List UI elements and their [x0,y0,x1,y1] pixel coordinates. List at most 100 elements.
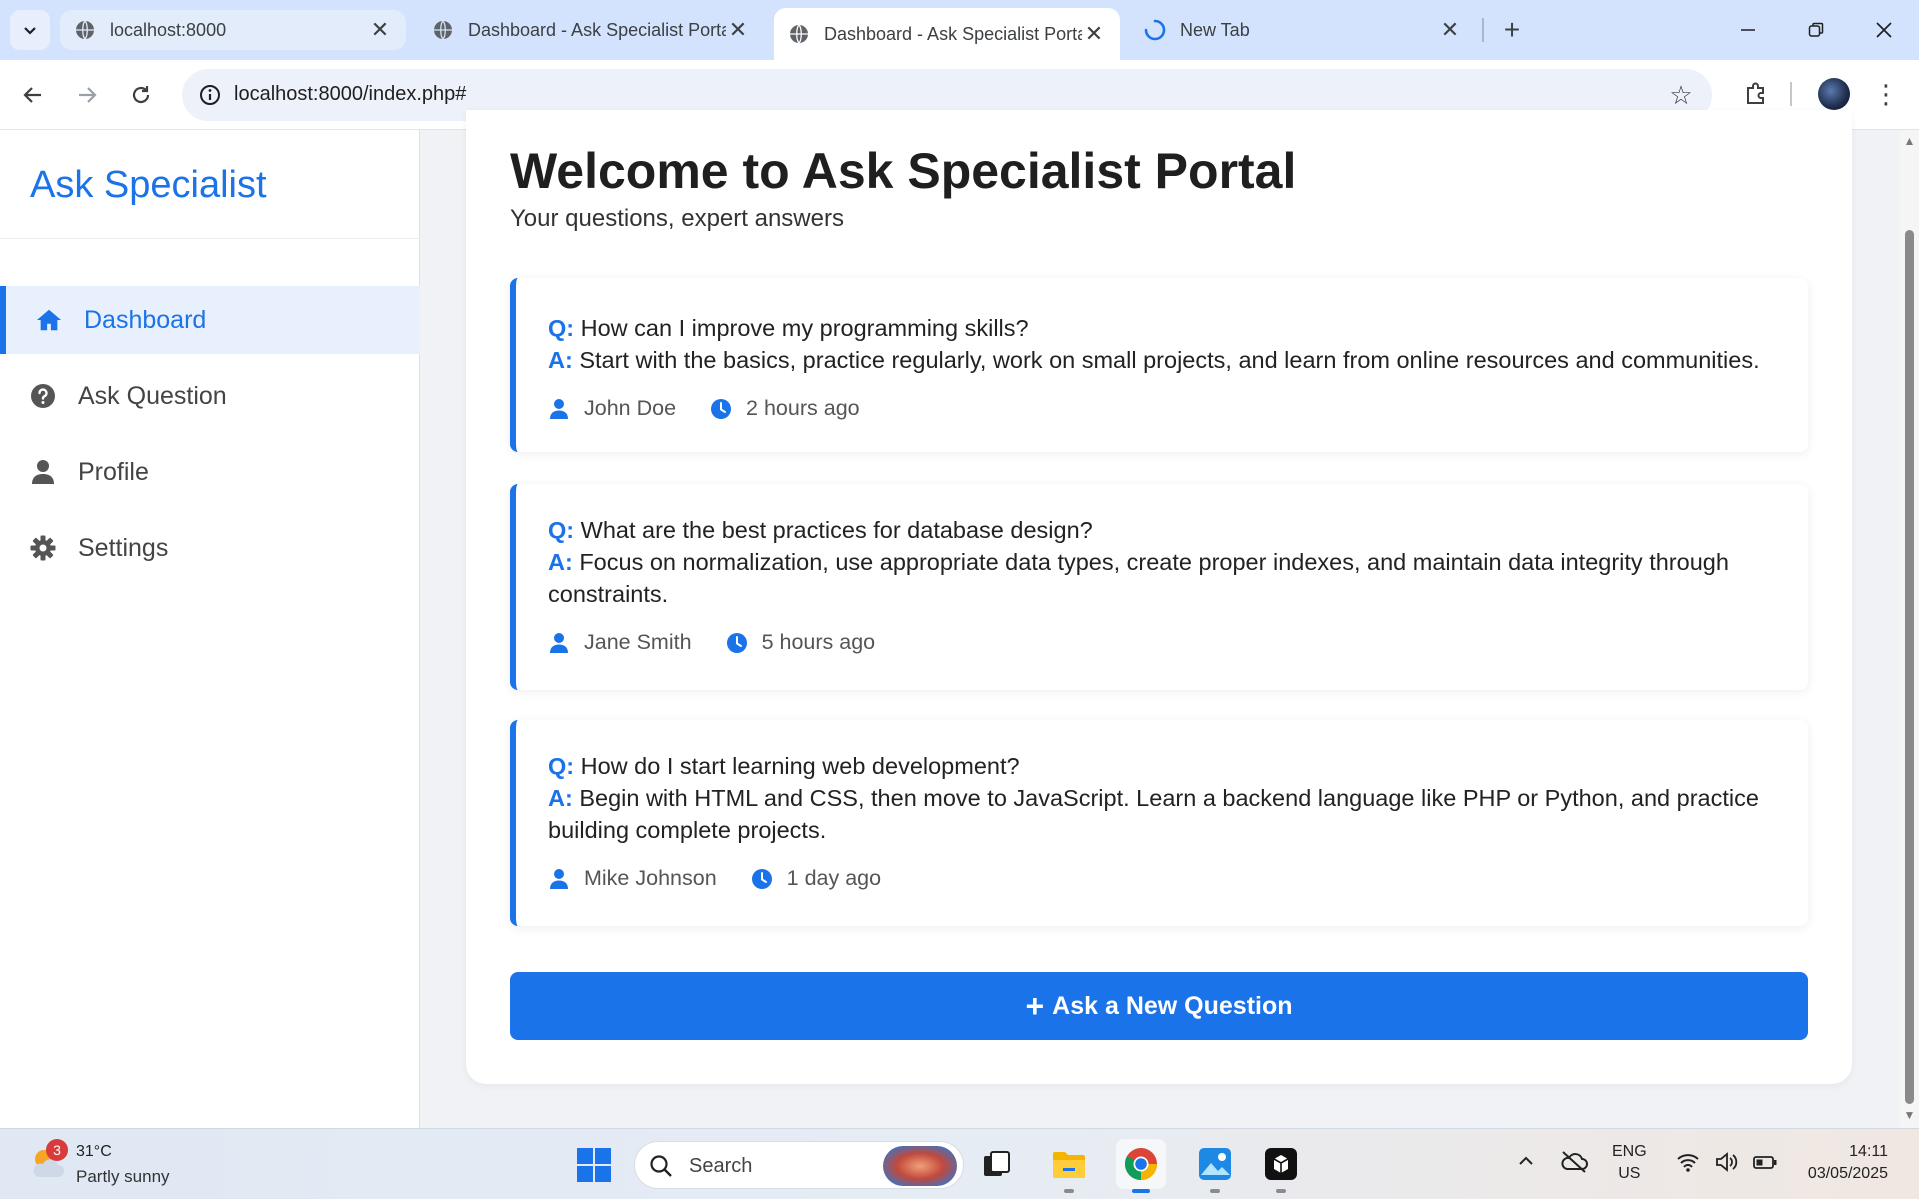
running-indicator [1276,1189,1286,1193]
sidebar-item-profile[interactable]: Profile [0,438,420,506]
minimize-button[interactable] [1714,0,1782,60]
scroll-up-arrow-icon[interactable]: ▲ [1900,134,1919,150]
sidebar-item-settings[interactable]: Settings [0,514,420,582]
battery-icon[interactable] [1752,1151,1778,1179]
notification-badge: 3 [46,1139,68,1161]
ask-new-question-button[interactable]: + Ask a New Question [510,972,1808,1040]
answer-text: Start with the basics, practice regularl… [579,347,1760,373]
tab-dashboard-1[interactable]: Dashboard - Ask Specialist Portal ✕ [418,8,764,52]
question-line: Q: What are the best practices for datab… [548,514,1780,546]
close-window-button[interactable] [1850,0,1918,60]
question-card[interactable]: Q: What are the best practices for datab… [510,484,1808,690]
clock-time: 14:11 [1849,1143,1888,1160]
post-time: 5 hours ago [761,630,876,654]
minimize-icon [1741,29,1755,31]
task-view-icon[interactable] [972,1139,1022,1189]
a-label: A: [548,549,573,575]
weather-desc[interactable]: Partly sunny [76,1167,170,1187]
ask-button-label: Ask a New Question [1052,991,1293,1020]
answer-text: Begin with HTML and CSS, then move to Ja… [548,785,1759,843]
user-icon [548,868,570,890]
home-icon [36,307,62,333]
language-indicator[interactable]: ENG US [1612,1141,1647,1185]
page-scrollbar[interactable]: ▲ ▼ [1900,130,1919,1128]
sidebar-item-label: Settings [78,533,169,562]
tab-new[interactable]: New Tab ✕ [1130,8,1476,52]
extensions-icon[interactable] [1738,76,1774,112]
restore-icon [1808,22,1824,37]
tab-dashboard-active[interactable]: Dashboard - Ask Specialist Portal ✕ [774,8,1120,60]
page-subtitle: Your questions, expert answers [510,205,844,232]
cloud-offline-icon[interactable] [1560,1149,1588,1175]
url-text[interactable]: localhost:8000/index.php# [234,83,466,106]
sidebar-item-dashboard[interactable]: Dashboard [0,286,420,354]
author-name: Jane Smith [584,630,692,654]
volume-icon[interactable] [1714,1151,1738,1179]
answer-text: Focus on normalization, use appropriate … [548,549,1729,607]
arrow-right-icon [79,87,97,103]
globe-icon [432,19,454,41]
site-info-icon[interactable] [196,81,224,109]
post-time: 1 day ago [786,866,882,890]
question-meta: John Doe 2 hours ago [548,396,1780,421]
post-time: 2 hours ago [746,396,860,420]
new-tab-button[interactable]: + [1496,14,1528,46]
question-text: How do I start learning web development? [580,753,1020,779]
running-indicator [1064,1189,1074,1193]
close-tab-icon[interactable]: ✕ [726,17,750,42]
taskbar-search[interactable]: Search [634,1141,964,1189]
scrollbar-thumb[interactable] [1905,230,1914,1104]
page-title: Welcome to Ask Specialist Portal [510,143,1297,199]
tab-title: New Tab [1180,19,1250,40]
chevron-up-icon[interactable] [1516,1151,1536,1177]
tab-title: localhost:8000 [110,19,227,40]
file-explorer-icon[interactable] [1044,1139,1094,1193]
wifi-icon[interactable] [1676,1151,1700,1179]
a-label: A: [548,347,573,373]
chrome-icon[interactable] [1116,1139,1166,1193]
close-icon [1876,22,1892,38]
sidebar-item-ask-question[interactable]: Ask Question [0,362,420,430]
forward-button[interactable] [68,76,106,114]
loading-spinner-icon [1144,19,1166,41]
close-tab-icon[interactable]: ✕ [1082,21,1106,46]
question-text: What are the best practices for database… [580,517,1093,543]
sidebar: Ask Specialist Dashboard Ask Question Pr… [0,130,420,1128]
profile-avatar[interactable] [1818,78,1850,110]
scroll-down-arrow-icon[interactable]: ▼ [1900,1108,1919,1124]
sidebar-item-label: Dashboard [84,305,207,334]
clock[interactable]: 14:11 03/05/2025 [1798,1141,1888,1185]
back-button[interactable] [14,76,52,114]
q-label: Q: [548,517,575,543]
terminal-app-icon[interactable] [1256,1139,1306,1193]
question-circle-icon [30,383,56,409]
sidebar-item-label: Profile [78,457,149,486]
system-tray[interactable] [1676,1151,1778,1179]
close-tab-icon[interactable]: ✕ [1438,17,1462,42]
sidebar-item-label: Ask Question [78,381,227,410]
author-name: Mike Johnson [584,866,717,890]
answer-line: A: Begin with HTML and CSS, then move to… [548,782,1780,846]
clock-icon [751,868,773,890]
question-card[interactable]: Q: How can I improve my programming skil… [510,278,1808,452]
tab-localhost[interactable]: localhost:8000 ✕ [60,10,406,50]
user-icon [548,398,570,420]
reload-button[interactable] [122,76,160,114]
tab-search-button[interactable] [10,10,50,50]
question-meta: Mike Johnson 1 day ago [548,866,1780,891]
tab-title: Dashboard - Ask Specialist Portal [824,23,1082,44]
weather-temp[interactable]: 31°C [76,1143,112,1161]
browser-menu-icon[interactable]: ⋮ [1872,76,1900,112]
close-tab-icon[interactable]: ✕ [368,17,392,42]
brand-title[interactable]: Ask Specialist [30,164,267,207]
globe-icon [788,23,810,45]
question-card[interactable]: Q: How do I start learning web developme… [510,720,1808,926]
bookmark-star-icon[interactable]: ☆ [1666,80,1696,110]
globe-icon [74,19,96,41]
restore-button[interactable] [1782,0,1850,60]
windows-start-icon[interactable] [576,1147,612,1183]
plus-icon: + [1025,987,1045,1024]
search-placeholder: Search [689,1155,753,1177]
clock-date: 03/05/2025 [1807,1165,1888,1182]
photos-icon[interactable] [1190,1139,1240,1193]
